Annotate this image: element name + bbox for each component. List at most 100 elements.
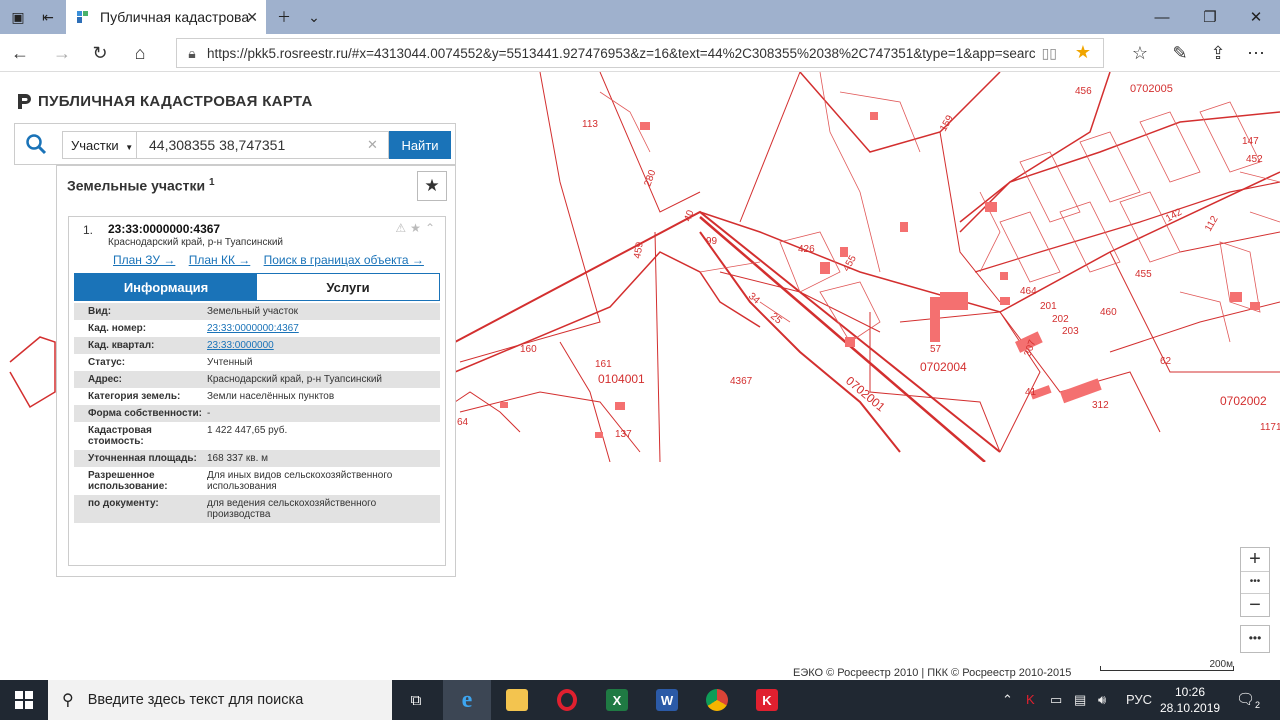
clock[interactable]: 10:26 28.10.2019 <box>1160 684 1220 716</box>
info-row: Форма собственности: - <box>74 405 440 422</box>
excel-icon: X <box>606 689 628 711</box>
forward-icon[interactable]: → <box>50 41 74 65</box>
svg-text:159: 159 <box>938 113 956 133</box>
rosreestr-favicon-icon <box>77 11 88 23</box>
volume-icon[interactable]: 🔊︎ <box>1098 692 1106 708</box>
search-type-label: Участки <box>71 138 119 153</box>
tab-services[interactable]: Услуги <box>257 274 439 300</box>
explorer-app[interactable] <box>493 680 541 720</box>
zoom-in-button[interactable]: + <box>1241 548 1269 571</box>
info-value: 1 422 447,65 руб. <box>207 425 288 436</box>
search-type-dropdown[interactable]: Участки ▼ <box>62 131 137 159</box>
plan-kk-link[interactable]: План КК → <box>189 253 251 267</box>
back-icon[interactable]: ← <box>8 41 32 65</box>
search-in-bounds-link[interactable]: Поиск в границах объекта → <box>264 253 424 267</box>
find-button[interactable]: Найти <box>389 131 451 159</box>
result-index: 1. <box>83 223 94 237</box>
close-tab-icon[interactable]: ✕ <box>246 9 258 26</box>
results-count: 1 <box>208 177 215 188</box>
opera-icon <box>557 689 577 711</box>
tab-preview-icon[interactable]: ⇤ <box>36 5 60 29</box>
chrome-app[interactable] <box>693 680 741 720</box>
usb-icon[interactable]: ▭ <box>1050 692 1062 708</box>
scale-bar: 200м <box>1100 659 1235 675</box>
refresh-icon[interactable]: ↻ <box>88 41 112 65</box>
search-input[interactable]: 44,308355 38,747351 <box>137 131 389 159</box>
info-row: Разрешенное использование: Для иных видов… <box>74 467 440 495</box>
restore-icon[interactable]: ❐ <box>1198 5 1222 29</box>
tab-info[interactable]: Информация <box>75 274 257 300</box>
reading-view-icon[interactable]: ▯▯ <box>1042 45 1057 62</box>
edge-icon: e <box>461 686 473 713</box>
start-button[interactable] <box>0 680 48 720</box>
favorite-star-button[interactable]: ★ <box>417 171 447 201</box>
svg-text:137: 137 <box>615 429 632 440</box>
notifications-icon[interactable]: 🗨︎2 <box>1236 690 1260 710</box>
info-value: Для иных видов сельскохозяйственного исп… <box>207 470 393 492</box>
notifications-count: 2 <box>1255 700 1261 710</box>
svg-text:460: 460 <box>1100 307 1117 318</box>
edge-app[interactable]: e <box>443 680 491 720</box>
kaspersky-tray-icon[interactable]: K <box>1026 692 1035 707</box>
info-value-link[interactable]: 23:33:0000000 <box>207 340 437 351</box>
task-view-icon[interactable]: ⧉ <box>392 680 440 720</box>
zoom-out-button[interactable]: − <box>1241 594 1269 617</box>
info-row: Кад. номер: 23:33:0000000:4367 <box>74 320 440 337</box>
word-icon: W <box>656 689 678 711</box>
more-tools-button[interactable]: ••• <box>1240 625 1270 653</box>
collapse-icon[interactable]: ⌃ <box>425 221 439 235</box>
page-content: 0702005 456 113 280 159 459 40 99 34 25 … <box>0 72 1280 680</box>
more-menu-icon[interactable]: ⋯ <box>1244 41 1268 65</box>
warning-icon[interactable]: ⚠ <box>395 221 410 235</box>
search-icon: ⚲ <box>62 692 74 709</box>
favorites-icon[interactable]: ☆ <box>1128 41 1152 65</box>
svg-text:147: 147 <box>1242 136 1259 147</box>
copyright: ЕЭКО © Росреестр 2010 | ПКК © Росреестр … <box>793 667 1072 679</box>
opera-app[interactable] <box>543 680 591 720</box>
result-cad-number[interactable]: 23:33:0000000:4367 <box>108 222 220 236</box>
result-links: План ЗУ → План КК → Поиск в границах объ… <box>113 253 434 267</box>
tray-chevron-icon[interactable]: ⌃ <box>1002 692 1013 708</box>
result-card: 1. 23:33:0000000:4367 Краснодарский край… <box>68 216 446 566</box>
browser-tab-bar: ▣ ⇤ Публичная кадастрова ✕ ＋ ⌄ — ❐ ✕ <box>0 0 1280 34</box>
share-icon[interactable]: ⇪ <box>1206 41 1230 65</box>
kaspersky-app[interactable]: K <box>743 680 791 720</box>
search-bar: Участки ▼ 44,308355 38,747351 ✕ Найти <box>14 123 456 165</box>
tab-list-chevron-icon[interactable]: ⌄ <box>302 5 326 29</box>
taskbar-search[interactable]: ⚲ Введите здесь текст для поиска <box>48 680 392 720</box>
url-text[interactable]: https://pkk5.rosreestr.ru/#x=4313044.007… <box>207 46 1035 61</box>
svg-text:142: 142 <box>1164 207 1184 225</box>
excel-app[interactable]: X <box>593 680 641 720</box>
result-location: Краснодарский край, р-н Туапсинский <box>108 237 283 248</box>
star-icon[interactable]: ★ <box>410 221 425 235</box>
svg-text:312: 312 <box>1092 400 1109 411</box>
favorite-star-icon[interactable]: ★ <box>1075 42 1091 63</box>
close-window-icon[interactable]: ✕ <box>1244 5 1268 29</box>
plan-zu-link[interactable]: План ЗУ → <box>113 253 175 267</box>
svg-text:280: 280 <box>642 168 658 188</box>
pen-icon[interactable]: ✎ <box>1168 41 1192 65</box>
home-icon[interactable]: ⌂ <box>128 41 152 65</box>
minimize-icon[interactable]: — <box>1150 5 1174 29</box>
language-indicator[interactable]: РУС <box>1126 692 1152 707</box>
info-key: Статус: <box>88 357 126 368</box>
lock-icon: 🔒︎ <box>188 44 196 61</box>
search-icon[interactable] <box>25 133 47 155</box>
svg-text:203: 203 <box>1062 326 1079 337</box>
word-app[interactable]: W <box>643 680 691 720</box>
zoom-levels-icon[interactable]: ••• <box>1241 571 1269 594</box>
clear-search-icon[interactable]: ✕ <box>367 137 378 153</box>
folder-icon <box>506 689 528 711</box>
results-title-text: Земельные участки <box>67 177 206 194</box>
network-icon[interactable]: ▤ <box>1074 692 1086 708</box>
address-bar[interactable]: 🔒︎ https://pkk5.rosreestr.ru/#x=4313044.… <box>176 38 1104 68</box>
taskbar: ⚲ Введите здесь текст для поиска ⧉ e X W… <box>0 680 1280 720</box>
tabs-aside-icon[interactable]: ▣ <box>6 5 30 29</box>
svg-text:41: 41 <box>1025 387 1037 398</box>
browser-tab[interactable]: Публичная кадастрова ✕ <box>66 0 266 34</box>
info-value-link[interactable]: 23:33:0000000:4367 <box>207 323 437 334</box>
svg-text:456: 456 <box>1075 86 1092 97</box>
info-key: Кадастровая стоимость: <box>88 425 152 447</box>
clock-date: 28.10.2019 <box>1160 701 1221 715</box>
new-tab-icon[interactable]: ＋ <box>272 5 296 29</box>
